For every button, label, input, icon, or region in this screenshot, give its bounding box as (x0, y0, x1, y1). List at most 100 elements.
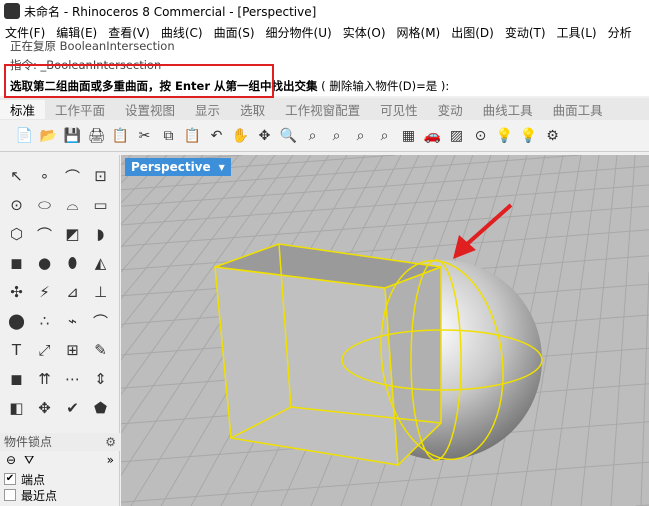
command-history-line: 正在复原 BooleanIntersection (10, 39, 175, 53)
toolbar-icon[interactable]: ▦ (398, 125, 419, 146)
osnap-item[interactable]: 最近点 (0, 487, 120, 503)
tool-icon[interactable]: ⬡ (3, 221, 30, 247)
toolbar-icon[interactable]: ⌕ (350, 125, 371, 146)
tab[interactable]: 曲线工具 (473, 100, 543, 119)
checkbox[interactable] (4, 489, 16, 501)
toolbar-icon[interactable]: ↶ (206, 125, 227, 146)
tool-icon[interactable]: ⬭ (31, 192, 58, 218)
tool-icon[interactable]: ⬤ (3, 308, 30, 334)
tool-icon[interactable]: ∴ (31, 308, 58, 334)
toolbar-icon[interactable]: 💡 (518, 125, 539, 146)
toolbar-icon[interactable]: ⊙ (470, 125, 491, 146)
menu-item[interactable]: 实体(O) (338, 24, 392, 41)
tool-icon[interactable]: ◼ (3, 250, 30, 276)
tool-icon[interactable]: ⊡ (87, 163, 114, 189)
tool-icon[interactable]: ⬟ (87, 395, 114, 421)
toolbar-icon[interactable]: ✥ (254, 125, 275, 146)
tool-icon[interactable]: ⌒ (59, 163, 86, 189)
tab[interactable]: 显示 (185, 100, 230, 119)
toolbar-icon[interactable]: 📂 (38, 125, 59, 146)
tool-icon[interactable]: ⋯ (59, 366, 86, 392)
grid-line (121, 461, 649, 503)
menu-item[interactable]: 工具(L) (552, 24, 603, 41)
toolbar-icon[interactable]: 💾 (62, 125, 83, 146)
grid-line (121, 205, 649, 247)
toolbar-icon[interactable]: ✂ (134, 125, 155, 146)
tool-icon[interactable]: ✣ (3, 279, 30, 305)
tool-icon[interactable]: ⌁ (59, 308, 86, 334)
toolbar-icon[interactable]: ⌕ (326, 125, 347, 146)
tab[interactable]: 选取 (230, 100, 275, 119)
gear-icon[interactable]: ⚙ (105, 435, 116, 449)
tool-icon[interactable]: ⇕ (87, 366, 114, 392)
tool-icon[interactable]: ● (31, 250, 58, 276)
tool-icon[interactable]: ⊿ (59, 279, 86, 305)
menu-item[interactable]: 曲面(S) (209, 24, 261, 41)
toolbar-icon[interactable]: 🚗 (422, 125, 443, 146)
tool-icon[interactable]: ▭ (87, 192, 114, 218)
toolbar-icon[interactable]: ✋ (230, 125, 251, 146)
osnap-tab-icon[interactable]: ⊖ (6, 453, 16, 469)
tool-icon[interactable]: ✥ (31, 395, 58, 421)
menu-item[interactable]: 细分物件(U) (261, 24, 338, 41)
toolbar-icon[interactable]: 🔍 (278, 125, 299, 146)
tool-icon[interactable]: ✔ (59, 395, 86, 421)
tool-icon[interactable]: ◼ (3, 366, 30, 392)
menu-item[interactable]: 网格(M) (392, 24, 447, 41)
osnap-label: 端点 (21, 472, 46, 487)
prompt-option[interactable]: ( 删除输入物件(D)=是 ): (321, 79, 449, 93)
toolbar-icon[interactable]: 📋 (182, 125, 203, 146)
osnap-label: 最近点 (21, 488, 58, 503)
tool-icon[interactable]: ⊥ (87, 279, 114, 305)
tab[interactable]: 设置视图 (115, 100, 185, 119)
viewport-tab[interactable]: Perspective ▼ (125, 158, 231, 176)
tool-icon[interactable]: ◭ (87, 250, 114, 276)
toolbar-icon[interactable]: ⌕ (302, 125, 323, 146)
menu-item[interactable]: 出图(D) (446, 24, 500, 41)
rhino-logo-icon (4, 3, 20, 19)
more-button[interactable]: » (107, 453, 114, 469)
tab[interactable]: 可见性 (370, 100, 428, 119)
toolbar-icon[interactable]: ⚙ (542, 125, 563, 146)
red-arrow (453, 203, 513, 259)
tool-icon[interactable]: ∘ (31, 163, 58, 189)
perspective-viewport[interactable]: Perspective ▼ (121, 155, 649, 506)
chevron-down-icon[interactable]: ▼ (219, 163, 225, 172)
tab[interactable]: 曲面工具 (543, 100, 613, 119)
tool-icon[interactable]: ◗ (87, 221, 114, 247)
tool-icon[interactable]: ⌒ (87, 308, 114, 334)
tool-icon[interactable]: ↖ (3, 163, 30, 189)
toolbar-icon[interactable]: ▨ (446, 125, 467, 146)
menu-item[interactable]: 分析 (603, 24, 638, 41)
tool-icon[interactable]: T (3, 337, 30, 363)
tool-icon[interactable]: ⌓ (59, 192, 86, 218)
tab[interactable]: 变动 (428, 100, 473, 119)
tool-icon[interactable]: ⇈ (31, 366, 58, 392)
tool-icon[interactable]: ⚡ (31, 279, 58, 305)
tool-icon[interactable]: ⤢ (31, 337, 58, 363)
highlight-box (4, 64, 274, 98)
tool-icon[interactable]: ⊞ (59, 337, 86, 363)
tab[interactable]: 标准 (0, 99, 46, 119)
toolbar-icon[interactable]: 📄 (14, 125, 35, 146)
tool-icon[interactable]: ◩ (59, 221, 86, 247)
toolbar-icon[interactable]: 🖨 (86, 125, 107, 146)
osnap-item[interactable]: ✔ 端点 (0, 471, 120, 487)
checkbox[interactable]: ✔ (4, 473, 16, 485)
filter-icon[interactable]: ⛛ (24, 453, 34, 469)
tab[interactable]: 工作平面 (45, 100, 115, 119)
grid-line (580, 155, 618, 506)
tab[interactable]: 工作视窗配置 (275, 100, 370, 119)
toolbar-icon[interactable]: 💡 (494, 125, 515, 146)
toolbar-icon[interactable]: ⌕ (374, 125, 395, 146)
tool-icon[interactable]: ⌒ (31, 221, 58, 247)
tool-icon[interactable]: ✎ (87, 337, 114, 363)
toolbar-icon[interactable]: ⧉ (158, 125, 179, 146)
toolbar-icon[interactable]: 📋 (110, 125, 131, 146)
tool-icon[interactable]: ◧ (3, 395, 30, 421)
tool-icon[interactable]: ⬮ (59, 250, 86, 276)
menu-item[interactable]: 变动(T) (500, 24, 552, 41)
standard-toolbar: 📄 📂 💾 🖨 📋 ✂ ⧉ 📋 ↶ ✋ ✥ 🔍 ⌕ ⌕ ⌕ ⌕ ▦ 🚗 ▨ ⊙ 💡 💡 ⚙ (0, 120, 649, 152)
osnap-panel: 物件锁点 ⚙ ⊖ ⛛ » ✔ 端点 最近点 (0, 433, 120, 503)
tool-icon[interactable]: ⊙ (3, 192, 30, 218)
